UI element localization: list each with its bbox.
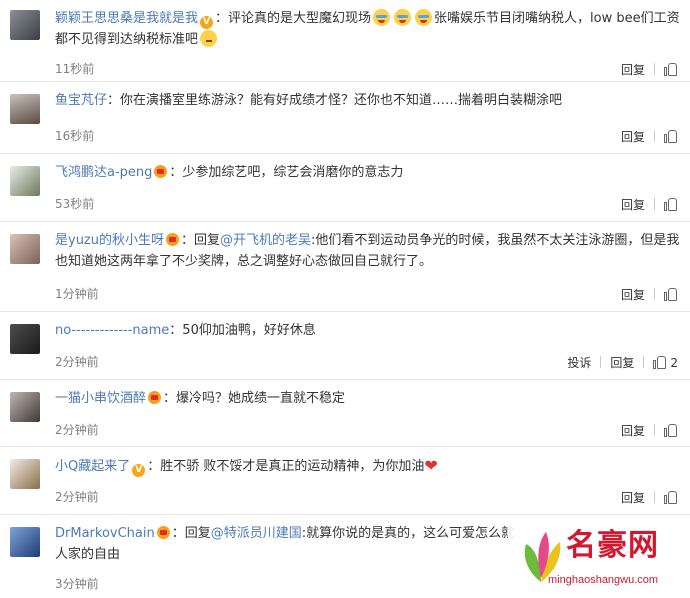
- avatar[interactable]: [10, 94, 40, 124]
- comment-text: ：回复: [171, 526, 211, 541]
- action-divider: [654, 198, 655, 210]
- crying-laughing-emoji: [394, 9, 412, 26]
- like-icon[interactable]: [664, 490, 678, 504]
- comment-actions: 回复: [621, 422, 678, 439]
- username-link[interactable]: 飞鸿鹏达a-peng: [55, 165, 152, 180]
- comment-item: no-------------name：50仰加油鸭，好好休息 2分钟前 投诉回…: [0, 312, 690, 380]
- comment-text: ：评论真的是大型魔幻现场: [215, 11, 372, 26]
- vip-badge-icon: V: [200, 16, 214, 29]
- action-divider: [654, 63, 655, 75]
- comment-body: 飞鸿鹏达a-peng ：少参加综艺吧，综艺会消磨你的意志力: [55, 162, 680, 183]
- mention-link[interactable]: @特派员川建国: [211, 526, 302, 541]
- reply-button[interactable]: 回复: [621, 489, 645, 506]
- username-link[interactable]: 小Q藏起来了: [55, 459, 130, 474]
- thinking-emoji: [200, 30, 218, 47]
- like-icon[interactable]: [664, 129, 678, 143]
- comment-actions: 回复: [621, 489, 678, 506]
- comment-actions: 回复: [621, 196, 678, 213]
- like-icon[interactable]: [664, 287, 678, 301]
- like-icon[interactable]: [664, 62, 678, 76]
- crying-laughing-emoji: [415, 9, 433, 26]
- avatar[interactable]: [10, 324, 40, 354]
- like-icon[interactable]: [653, 355, 667, 369]
- avatar[interactable]: [10, 234, 40, 264]
- crown-badge-icon: [148, 391, 162, 404]
- comment-text: ：你在演播室里练游泳？能有好成绩才怪？还你也不知道……揣着明白装糊涂吧: [107, 93, 563, 108]
- avatar[interactable]: [10, 527, 40, 557]
- action-divider: [600, 356, 602, 368]
- crown-badge-icon: [166, 233, 179, 246]
- comment-actions: 回复: [621, 286, 678, 303]
- comment-item: 一猫小串饮酒醉 ：爆冷吗？她成绩一直就不稳定 2分钟前 回复: [0, 380, 690, 447]
- comment-actions: 回复: [621, 128, 678, 145]
- comment-body: 小Q藏起来了 V ：胜不骄 败不馁才是真正的运动精神，为你加油❤: [55, 455, 680, 477]
- comment-actions: 回复: [621, 61, 678, 78]
- comment-item: 是yuzu的秋小生呀 ：回复@开飞机的老吴:他们看不到运动员争光的时候，我虽然不太…: [0, 222, 690, 312]
- comment-text: :就算你说的是真的，这么可爱怎么就: [301, 526, 515, 541]
- comment-item: 颖颖王思思桑是我就是我 V ：评论真的是大型魔幻现场 张嘴娱乐节目闭嘴纳税人，low …: [0, 0, 690, 82]
- comment-body: no-------------name：50仰加油鸭，好好休息: [55, 320, 680, 341]
- timestamp: 16秒前: [55, 129, 95, 143]
- action-divider: [654, 130, 655, 142]
- avatar[interactable]: [10, 459, 40, 489]
- watermark-url: minghaoshangwu.com: [548, 574, 659, 586]
- action-divider: [654, 491, 655, 503]
- red-heart-emoji: ❤: [424, 456, 438, 475]
- username-link[interactable]: 颖颖王思思桑是我就是我: [55, 11, 198, 26]
- avatar[interactable]: [10, 392, 40, 422]
- username-link[interactable]: 一猫小串饮酒醉: [55, 391, 146, 406]
- watermark-title: 名豪网: [566, 528, 659, 563]
- report-button[interactable]: 投诉: [567, 354, 591, 371]
- username-link[interactable]: DrMarkovChain: [55, 526, 155, 541]
- username-link[interactable]: 是yuzu的秋小生呀: [55, 233, 164, 248]
- like-icon[interactable]: [664, 423, 678, 437]
- username-link[interactable]: no-------------name: [55, 323, 169, 338]
- comment-body: 一猫小串饮酒醉 ：爆冷吗？她成绩一直就不稳定: [55, 388, 680, 409]
- username-link[interactable]: 鱼宝芃仔: [55, 93, 107, 108]
- timestamp: 2分钟前: [55, 490, 99, 504]
- reply-button[interactable]: 回复: [621, 196, 645, 213]
- action-divider: [654, 288, 655, 300]
- action-divider: [654, 424, 655, 436]
- like-icon[interactable]: [664, 197, 678, 211]
- mention-link[interactable]: @开飞机的老吴: [220, 233, 311, 248]
- reply-button[interactable]: 回复: [621, 128, 645, 145]
- comment-body: 是yuzu的秋小生呀 ：回复@开飞机的老吴:他们看不到运动员争光的时候，我虽然不太…: [55, 230, 680, 272]
- comment-text: ：50仰加油鸭，好好休息: [169, 323, 316, 338]
- crying-laughing-emoji: [373, 9, 391, 26]
- comment-text: ：胜不骄 败不馁才是真正的运动精神，为你加油: [147, 459, 425, 474]
- avatar[interactable]: [10, 10, 40, 40]
- crown-badge-icon: [156, 526, 170, 539]
- vip-badge-icon: V: [132, 464, 146, 477]
- timestamp: 1分钟前: [55, 287, 99, 301]
- comment-body: 颖颖王思思桑是我就是我 V ：评论真的是大型魔幻现场 张嘴娱乐节目闭嘴纳税人，low …: [55, 8, 680, 50]
- comment-item: 飞鸿鹏达a-peng ：少参加综艺吧，综艺会消磨你的意志力 53秒前 回复: [0, 154, 690, 222]
- action-divider: [643, 356, 645, 368]
- reply-button[interactable]: 回复: [610, 354, 634, 371]
- comment-item: 鱼宝芃仔：你在演播室里练游泳？能有好成绩才怪？还你也不知道……揣着明白装糊涂吧 …: [0, 82, 690, 154]
- comment-text: 人家的自由: [55, 547, 121, 562]
- like-count: 2: [670, 356, 678, 370]
- crown-badge-icon: [154, 165, 168, 178]
- timestamp: 11秒前: [55, 62, 95, 76]
- reply-button[interactable]: 回复: [621, 61, 645, 78]
- comment-item: 小Q藏起来了 V ：胜不骄 败不馁才是真正的运动精神，为你加油❤ 2分钟前 回复: [0, 447, 690, 515]
- reply-button[interactable]: 回复: [621, 286, 645, 303]
- reply-button[interactable]: 回复: [621, 422, 645, 439]
- timestamp: 2分钟前: [55, 423, 99, 437]
- avatar[interactable]: [10, 166, 40, 196]
- comment-text: ：少参加综艺吧，综艺会消磨你的意志力: [169, 165, 404, 180]
- comment-actions: 投诉 回复 2: [567, 354, 678, 371]
- timestamp: 53秒前: [55, 197, 95, 211]
- comment-body: 鱼宝芃仔：你在演播室里练游泳？能有好成绩才怪？还你也不知道……揣着明白装糊涂吧: [55, 90, 680, 111]
- site-watermark: 名豪网 minghaoshangwu.com: [508, 520, 688, 596]
- comment-list: 颖颖王思思桑是我就是我 V ：评论真的是大型魔幻现场 张嘴娱乐节目闭嘴纳税人，low …: [0, 0, 690, 595]
- comment-text: ：爆冷吗？她成绩一直就不稳定: [163, 391, 346, 406]
- comment-text: ：回复: [181, 233, 221, 248]
